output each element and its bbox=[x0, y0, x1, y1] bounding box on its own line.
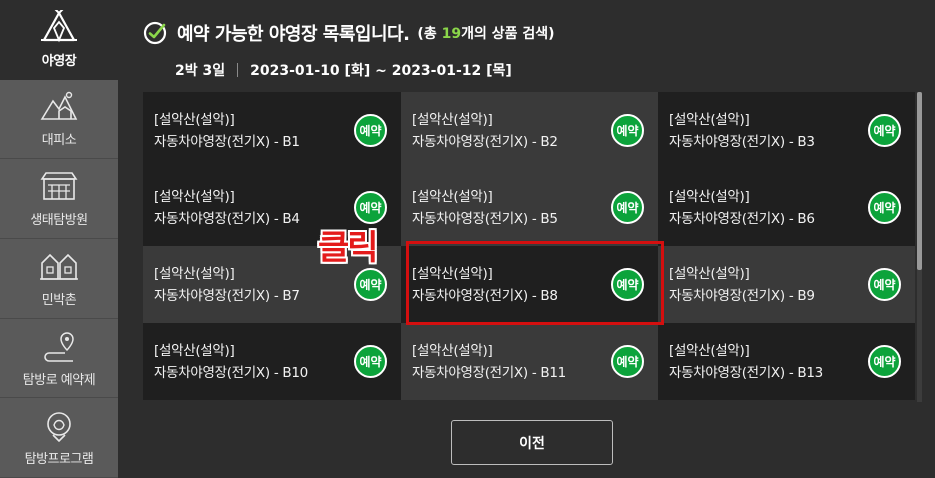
sidebar-item-label: 야영장 bbox=[41, 54, 77, 70]
count-number: 19 bbox=[441, 26, 462, 42]
reserve-button[interactable]: 예약 bbox=[868, 268, 901, 301]
campsite-item[interactable]: [설악산(설악)] 자동차야영장(전기X) - B6 예약 bbox=[658, 169, 915, 246]
stay-info: 2박 3일 2023-01-10 [화] ~ 2023-01-12 [목] bbox=[175, 60, 512, 80]
stay-nights: 2박 3일 bbox=[175, 63, 226, 79]
eco-center-icon bbox=[40, 172, 78, 200]
check-circle-icon bbox=[143, 21, 167, 45]
sidebar-item-label: 생태탐방원 bbox=[30, 213, 88, 229]
campsite-item[interactable]: [설악산(설악)] 자동차야영장(전기X) - B1 예약 bbox=[143, 92, 401, 169]
campsite-item[interactable]: [설악산(설악)] 자동차야영장(전기X) - B3 예약 bbox=[658, 92, 915, 169]
sidebar-item-label: 대피소 bbox=[41, 133, 77, 149]
reserve-button[interactable]: 예약 bbox=[611, 114, 644, 147]
sidebar-item-eco-center[interactable]: 생태탐방원 bbox=[0, 159, 118, 239]
sidebar: 야영장 대피소 생태탐방원 민박촌 탐방로 예약제 탐방프로그램 bbox=[0, 0, 118, 478]
sidebar-item-label: 민박촌 bbox=[41, 292, 77, 308]
count-suffix: 개의 상품 검색) bbox=[461, 26, 555, 42]
sidebar-item-village[interactable]: 민박촌 bbox=[0, 239, 118, 319]
campsite-item[interactable]: [설악산(설악)] 자동차야영장(전기X) - B9 예약 bbox=[658, 246, 915, 323]
campsite-item[interactable]: [설악산(설악)] 자동차야영장(전기X) - B8 예약 bbox=[401, 246, 658, 323]
reserve-button[interactable]: 예약 bbox=[354, 114, 387, 147]
campsite-grid: [설악산(설악)] 자동차야영장(전기X) - B1 예약 [설악산(설악)] 자동차야… bbox=[143, 92, 915, 400]
reserve-button[interactable]: 예약 bbox=[868, 191, 901, 224]
list-scrollbar[interactable] bbox=[917, 92, 922, 402]
trail-pin-icon bbox=[44, 331, 74, 362]
tent-icon bbox=[41, 10, 77, 43]
reserve-button[interactable]: 예약 bbox=[611, 191, 644, 224]
sidebar-item-shelter[interactable]: 대피소 bbox=[0, 80, 118, 160]
stay-dates: 2023-01-10 [화] ~ 2023-01-12 [목] bbox=[250, 63, 512, 79]
reserve-button[interactable]: 예약 bbox=[611, 345, 644, 378]
page-title: 예약 가능한 야영장 목록입니다. bbox=[177, 24, 410, 45]
mountain-shelter-icon bbox=[40, 92, 78, 121]
sidebar-item-trail-reservation[interactable]: 탐방로 예약제 bbox=[0, 319, 118, 399]
scrollbar-thumb[interactable] bbox=[917, 92, 922, 270]
program-guide-icon bbox=[47, 412, 71, 443]
divider bbox=[237, 63, 239, 77]
sidebar-item-label: 탐방로 예약제 bbox=[22, 372, 96, 388]
reserve-button[interactable]: 예약 bbox=[354, 268, 387, 301]
village-icon bbox=[40, 253, 78, 280]
campsite-item[interactable]: [설악산(설악)] 자동차야영장(전기X) - B2 예약 bbox=[401, 92, 658, 169]
sidebar-item-program[interactable]: 탐방프로그램 bbox=[0, 398, 118, 478]
reserve-button[interactable]: 예약 bbox=[354, 345, 387, 378]
campsite-item[interactable]: [설악산(설악)] 자동차야영장(전기X) - B5 예약 bbox=[401, 169, 658, 246]
reserve-button[interactable]: 예약 bbox=[868, 345, 901, 378]
reserve-button[interactable]: 예약 bbox=[868, 114, 901, 147]
previous-button[interactable]: 이전 bbox=[451, 420, 613, 465]
results-header: 예약 가능한 야영장 목록입니다. (총 19개의 상품 검색) 2박 3일 2… bbox=[143, 20, 555, 79]
campsite-list: [설악산(설악)] 자동차야영장(전기X) - B1 예약 [설악산(설악)] 자동차야… bbox=[143, 92, 915, 402]
campsite-item[interactable]: [설악산(설악)] 자동차야영장(전기X) - B13 예약 bbox=[658, 323, 915, 400]
sidebar-item-campground[interactable]: 야영장 bbox=[0, 0, 118, 80]
sidebar-item-label: 탐방프로그램 bbox=[24, 452, 94, 468]
count-prefix: (총 bbox=[417, 26, 442, 42]
reserve-button[interactable]: 예약 bbox=[611, 268, 644, 301]
campsite-item[interactable]: [설악산(설악)] 자동차야영장(전기X) - B10 예약 bbox=[143, 323, 401, 400]
campsite-item[interactable]: [설악산(설악)] 자동차야영장(전기X) - B11 예약 bbox=[401, 323, 658, 400]
click-annotation: 클릭 bbox=[318, 228, 379, 268]
result-count: (총 19개의 상품 검색) bbox=[417, 23, 554, 43]
